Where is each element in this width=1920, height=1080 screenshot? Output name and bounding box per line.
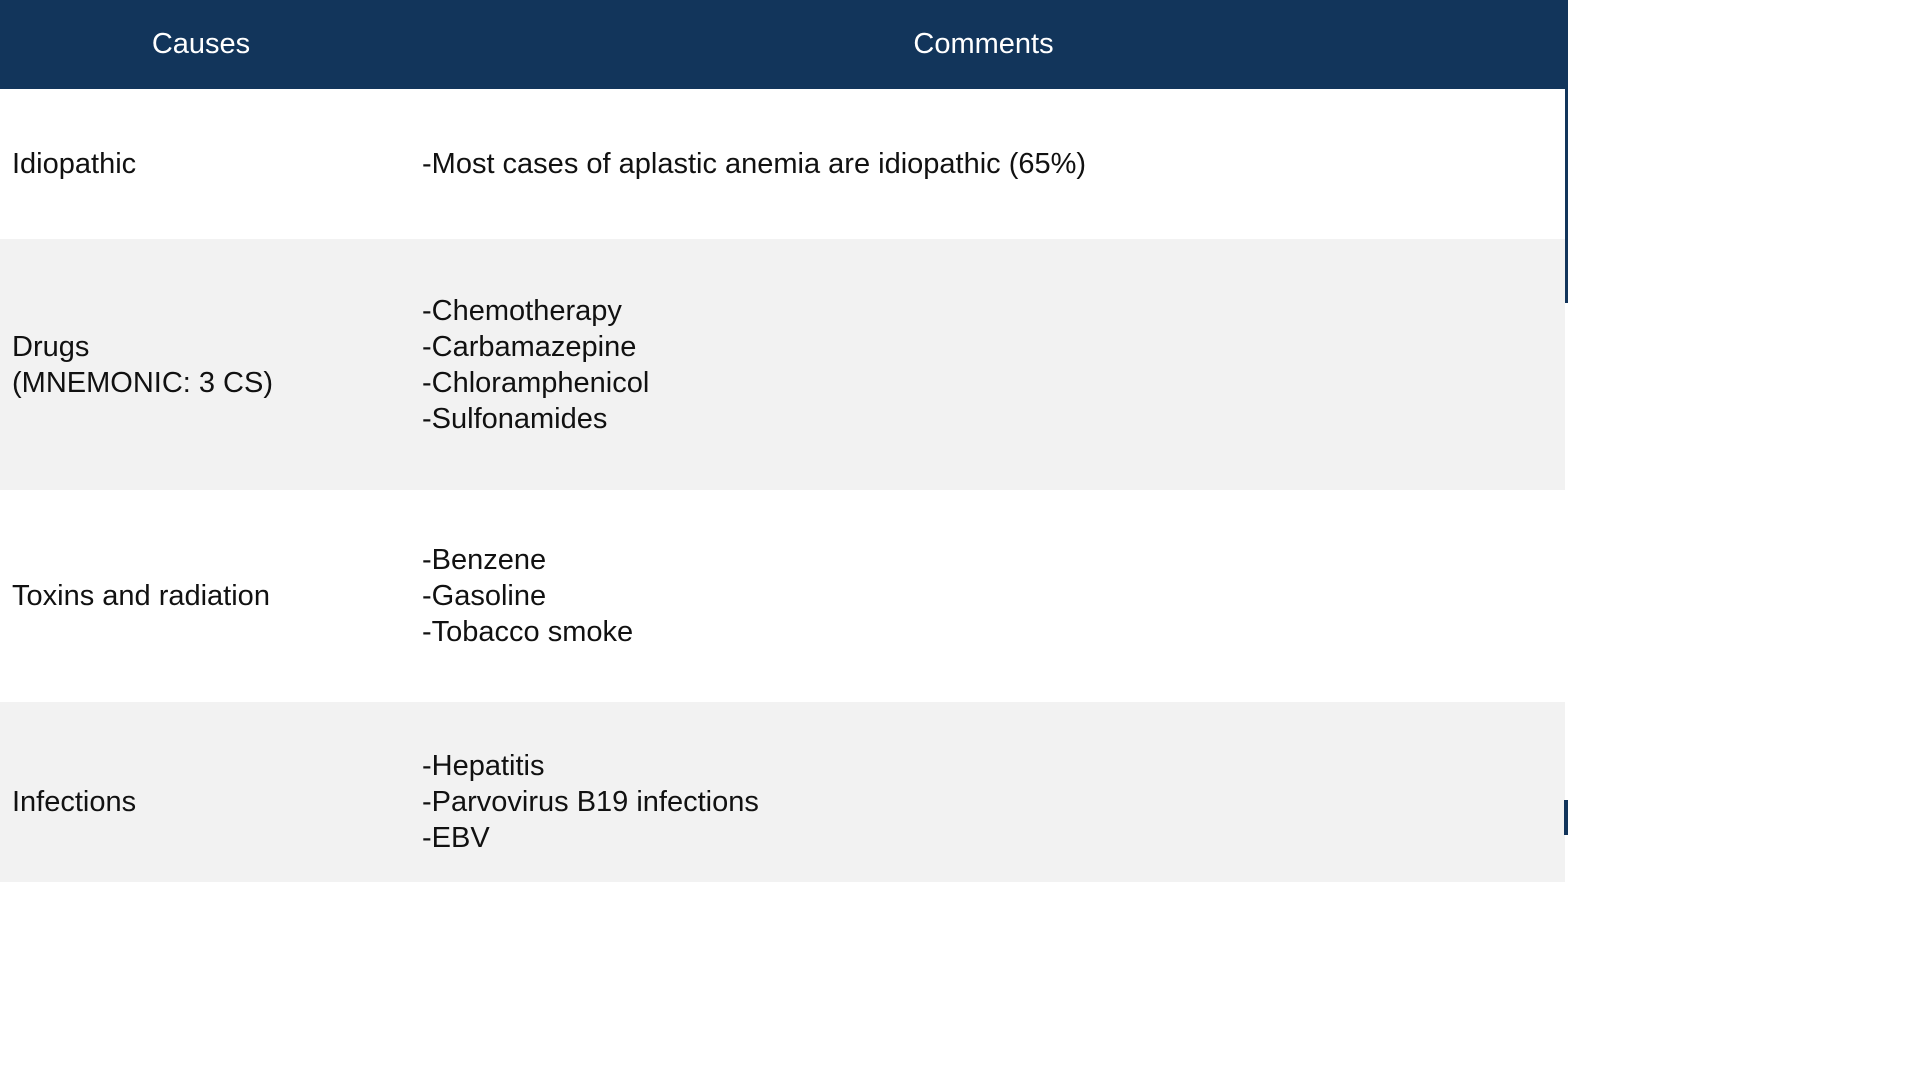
comment-line: -Most cases of aplastic anemia are idiop… <box>422 148 1087 180</box>
comment-line: -Chloramphenicol <box>422 366 650 399</box>
cause-text: (MNEMONIC: 3 CS) <box>12 366 273 399</box>
comment-line: -Hepatitis <box>422 750 545 782</box>
cause-text: Infections <box>12 786 137 818</box>
comment-line: -Gasoline <box>422 580 547 612</box>
page: Causes Comments Idiopathic -Most cases o… <box>0 0 1568 882</box>
header-comments: Comments <box>913 28 1054 60</box>
causes-table: Causes Comments Idiopathic -Most cases o… <box>0 0 1565 882</box>
comment-line: -Parvovirus B19 infections <box>422 786 759 818</box>
comments-cell: -Most cases of aplastic anemia are idiop… <box>410 146 1086 182</box>
cause-cell: Infections <box>0 748 410 820</box>
table-row: Idiopathic -Most cases of aplastic anemi… <box>0 89 1565 239</box>
comment-line: -Tobacco smoke <box>422 616 634 648</box>
comment-line: -Carbamazepine <box>422 330 637 363</box>
table-row: Toxins and radiation -Benzene -Gasoline … <box>0 490 1565 702</box>
table-row: Infections -Hepatitis -Parvovirus B19 in… <box>0 702 1565 882</box>
comments-cell: -Benzene -Gasoline -Tobacco smoke <box>410 542 633 650</box>
table-header: Causes Comments <box>0 0 1565 89</box>
cause-cell: Idiopathic <box>0 146 410 182</box>
cause-text: Idiopathic <box>12 148 137 180</box>
table-row: Drugs (MNEMONIC: 3 CS) -Chemotherapy -Ca… <box>0 239 1565 490</box>
comment-line: -Sulfonamides <box>422 402 608 435</box>
cause-text: Toxins and radiation <box>12 580 270 612</box>
comment-line: -Benzene <box>422 544 547 576</box>
comments-cell: -Hepatitis -Parvovirus B19 infections -E… <box>410 748 759 856</box>
scrollbar-track-edge[interactable] <box>1565 0 1568 303</box>
comment-line: -Chemotherapy <box>422 294 622 327</box>
cause-cell: Drugs (MNEMONIC: 3 CS) <box>0 329 410 401</box>
cause-cell: Toxins and radiation <box>0 578 410 614</box>
header-causes: Causes <box>151 28 251 60</box>
comments-cell: -Chemotherapy -Carbamazepine -Chloramphe… <box>410 293 649 437</box>
cause-text: Drugs <box>12 330 90 363</box>
comment-line: -EBV <box>422 822 490 854</box>
scrollbar-thumb[interactable] <box>1564 800 1568 835</box>
